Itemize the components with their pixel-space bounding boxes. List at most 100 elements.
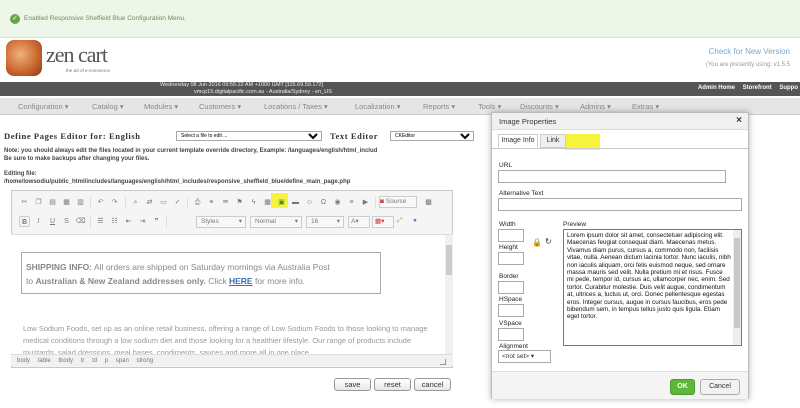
- format-combo[interactable]: Normal ▾: [250, 216, 302, 228]
- about-icon[interactable]: ●: [412, 216, 424, 228]
- close-icon[interactable]: ×: [736, 115, 742, 126]
- hspace-input[interactable]: [498, 304, 524, 317]
- strike-icon[interactable]: S: [61, 216, 72, 227]
- height-input[interactable]: [498, 252, 524, 265]
- image-icon[interactable]: ▣: [276, 197, 287, 208]
- path-body[interactable]: body: [17, 358, 30, 364]
- check-version-link[interactable]: Check for New Version: [706, 47, 790, 56]
- logo[interactable]: zen cart the art of e-commerce: [6, 40, 121, 78]
- editing-file: Editing file: /home/lowsodiu/public_html…: [4, 170, 499, 186]
- youtube-icon[interactable]: ▶: [360, 197, 371, 208]
- spellcheck-icon[interactable]: ✓: [172, 197, 183, 208]
- notice-message: Enabled Responsive Sheffield Blue Config…: [24, 15, 186, 22]
- unlink-icon[interactable]: ⚮: [220, 197, 231, 208]
- find-icon[interactable]: ⌕: [130, 197, 141, 208]
- scroll-thumb[interactable]: [446, 245, 452, 275]
- text-color-button[interactable]: A▾: [348, 216, 370, 228]
- support-link[interactable]: Suppo: [779, 85, 798, 91]
- cancel-button[interactable]: cancel: [414, 378, 451, 391]
- resize-handle[interactable]: [440, 359, 446, 365]
- editor-select[interactable]: CKEditor: [390, 131, 474, 141]
- lock-ratio-icon[interactable]: 🔒: [532, 238, 542, 247]
- flash-icon[interactable]: ϟ: [248, 197, 259, 208]
- size-combo[interactable]: 16 ▾: [306, 216, 344, 228]
- server-host: vmcp15.digitalpacific.com.au - Australia…: [194, 89, 332, 95]
- nav-admins[interactable]: Admins ▾: [580, 102, 611, 111]
- nav-configuration[interactable]: Configuration ▾: [18, 102, 68, 111]
- source-icon: ◙: [380, 198, 384, 205]
- nav-catalog[interactable]: Catalog ▾: [92, 102, 124, 111]
- bold-icon[interactable]: B: [19, 216, 30, 227]
- nav-customers[interactable]: Customers ▾: [199, 102, 241, 111]
- reset-button[interactable]: reset: [374, 378, 411, 391]
- alignment-select[interactable]: <not set> ▾: [498, 350, 551, 363]
- styles-combo[interactable]: Styles ▾: [196, 216, 246, 228]
- anchor-icon[interactable]: ⚑: [234, 197, 245, 208]
- editor-scrollbar[interactable]: [445, 235, 453, 354]
- path-td[interactable]: td: [92, 358, 97, 364]
- path-strong[interactable]: strong: [136, 358, 153, 364]
- paste-text-icon[interactable]: ▦: [61, 197, 72, 208]
- cut-icon[interactable]: ✂: [19, 197, 30, 208]
- nav-localization[interactable]: Localization ▾: [355, 102, 400, 111]
- path-tbody[interactable]: tbody: [58, 358, 73, 364]
- numbered-list-icon[interactable]: ☰: [95, 216, 106, 227]
- tab-image-info[interactable]: Image Info: [498, 134, 538, 148]
- bg-color-button[interactable]: ▦▾: [372, 216, 394, 228]
- shipping-here-link[interactable]: HERE: [229, 276, 253, 286]
- preview-scrollbar[interactable]: [733, 230, 741, 345]
- reset-size-icon[interactable]: ↻: [545, 237, 552, 246]
- preview-scroll-thumb[interactable]: [734, 238, 740, 328]
- width-label: Width: [499, 221, 516, 228]
- nav-discounts[interactable]: Discounts ▾: [520, 102, 559, 111]
- width-input[interactable]: [498, 229, 524, 242]
- file-select[interactable]: Select a file to edit ...: [176, 131, 322, 141]
- paste-icon[interactable]: ▤: [47, 197, 58, 208]
- print-icon[interactable]: ⎙: [192, 197, 203, 208]
- bulleted-list-icon[interactable]: ☷: [109, 216, 120, 227]
- copy-icon[interactable]: ❐: [33, 197, 44, 208]
- maximize-icon[interactable]: ⤢: [396, 216, 408, 228]
- select-all-icon[interactable]: ▭: [158, 197, 169, 208]
- admin-home-link[interactable]: Admin Home: [698, 85, 735, 91]
- nav-tools[interactable]: Tools ▾: [478, 102, 501, 111]
- replace-icon[interactable]: ⇄: [144, 197, 155, 208]
- path-tr[interactable]: tr: [81, 358, 85, 364]
- editor-content[interactable]: SHIPPING INFO: All orders are shipped on…: [11, 234, 453, 354]
- dialog-header[interactable]: Image Properties ×: [492, 113, 748, 130]
- smiley-icon[interactable]: ☺: [304, 197, 315, 208]
- path-span[interactable]: span: [116, 358, 129, 364]
- path-table[interactable]: table: [38, 358, 51, 364]
- paste-word-icon[interactable]: ▥: [75, 197, 86, 208]
- blockquote-icon[interactable]: ❞: [151, 216, 162, 227]
- remove-format-icon[interactable]: ⌫: [75, 216, 86, 227]
- link-icon[interactable]: ⚭: [206, 197, 217, 208]
- templates-icon[interactable]: ▩: [423, 197, 434, 208]
- dialog-cancel-button[interactable]: Cancel: [700, 379, 740, 395]
- path-p[interactable]: p: [105, 358, 108, 364]
- save-button[interactable]: save: [334, 378, 371, 391]
- redo-icon[interactable]: ↷: [109, 197, 120, 208]
- nav-extras[interactable]: Extras ▾: [632, 102, 659, 111]
- horizontal-rule-icon[interactable]: ▬: [290, 197, 301, 208]
- storefront-link[interactable]: Storefront: [743, 85, 772, 91]
- nav-locations-taxes[interactable]: Locations / Taxes ▾: [264, 102, 328, 111]
- nav-reports[interactable]: Reports ▾: [423, 102, 455, 111]
- url-input[interactable]: [498, 170, 726, 183]
- iframe-icon[interactable]: ◉: [332, 197, 343, 208]
- source-button[interactable]: ◙ Source: [379, 196, 417, 208]
- page-break-icon[interactable]: ≡: [346, 197, 357, 208]
- vspace-input[interactable]: [498, 328, 524, 341]
- ok-button[interactable]: OK: [670, 379, 695, 395]
- table-icon[interactable]: ▦: [262, 197, 273, 208]
- outdent-icon[interactable]: ⇤: [123, 216, 134, 227]
- nav-modules[interactable]: Modules ▾: [144, 102, 178, 111]
- alt-text-input[interactable]: [498, 198, 742, 211]
- indent-icon[interactable]: ⇥: [137, 216, 148, 227]
- special-char-icon[interactable]: Ω: [318, 197, 329, 208]
- tab-link[interactable]: Link: [540, 134, 566, 148]
- underline-icon[interactable]: U: [47, 216, 58, 227]
- italic-icon[interactable]: I: [33, 216, 44, 227]
- undo-icon[interactable]: ↶: [95, 197, 106, 208]
- border-input[interactable]: [498, 281, 524, 294]
